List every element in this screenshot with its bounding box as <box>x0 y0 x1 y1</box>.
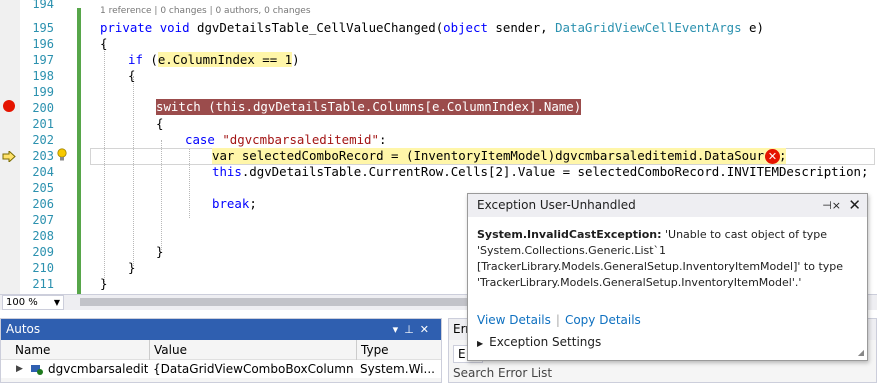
breakpoint-icon[interactable] <box>3 100 15 112</box>
resize-grip-icon[interactable]: ◢ <box>858 348 864 357</box>
line-number: 206 <box>32 197 54 211</box>
exception-type: System.InvalidCastException: <box>477 228 662 241</box>
exception-settings-toggle[interactable]: ▶ Exception Settings <box>477 335 601 349</box>
autos-row-name: dgvcmbarsaledit... <box>48 362 148 376</box>
column-name[interactable]: Name <box>11 340 50 360</box>
autos-row-value: {DataGridViewComboBoxColumn { ... <box>153 362 353 376</box>
exception-header: Exception User-Unhandled ⊣× ✕ <box>468 194 867 217</box>
string-literal: "dgvcmbarsaleditemid" <box>222 132 379 147</box>
code-line-209[interactable]: } <box>128 260 135 276</box>
code-text: ) <box>292 52 300 67</box>
line-number: 208 <box>32 229 54 243</box>
line-number: 198 <box>32 69 54 83</box>
code-text: .dgvDetailsTable.CurrentRow.Cells[2].Val… <box>241 164 869 179</box>
line-number: 196 <box>32 37 54 51</box>
code-text: dgvDetailsTable_CellValueChanged( <box>189 20 444 35</box>
zoom-level: 100 % <box>6 297 38 308</box>
autos-panel: Autos ▾⊥✕ Name Value Type ▶ dgvcmbarsale… <box>0 318 442 383</box>
code-line-197[interactable]: { <box>128 68 135 84</box>
keyword: void <box>159 20 190 35</box>
error-list-search-input[interactable]: Search Error List <box>453 366 552 380</box>
code-line-196[interactable]: if (e.ColumnIndex == 1) <box>128 52 300 68</box>
expand-icon[interactable]: ▶ <box>16 360 23 378</box>
code-line-208[interactable]: } <box>156 244 163 260</box>
line-number: 205 <box>32 181 54 195</box>
keyword: var <box>212 148 235 163</box>
code-text: selectedComboRecord = ( <box>234 148 414 163</box>
view-details-link[interactable]: View Details <box>477 313 551 327</box>
zoom-dropdown[interactable]: 100 % ▼ <box>2 295 64 310</box>
pin-icon[interactable]: ⊥ <box>404 323 420 336</box>
code-text: ( <box>142 52 158 67</box>
code-line-202[interactable]: var selectedComboRecord = (InventoryItem… <box>212 148 787 164</box>
code-text: : <box>378 132 387 147</box>
exception-title: Exception User-Unhandled <box>477 198 636 212</box>
line-number: 202 <box>32 133 54 147</box>
code-line-210[interactable]: } <box>100 276 107 292</box>
chevron-down-icon: ▼ <box>53 298 60 307</box>
keyword: private <box>100 20 153 35</box>
expand-icon: ▶ <box>477 339 484 348</box>
panel-title: Autos <box>6 322 41 336</box>
lightbulb-icon[interactable] <box>57 148 67 162</box>
line-number: 209 <box>32 245 54 259</box>
autos-column-header: Name Value Type <box>1 340 441 360</box>
keyword: if <box>128 52 143 67</box>
autos-row-type: System.Wi... <box>360 362 435 376</box>
line-number: 197 <box>32 53 54 67</box>
code-text: e) <box>741 20 764 35</box>
column-value[interactable]: Value <box>149 340 187 360</box>
code-line-199[interactable]: switch (this.dgvDetailsTable.Columns[e.C… <box>156 99 582 115</box>
keyword: case <box>185 132 215 147</box>
line-number: 195 <box>32 21 54 35</box>
code-text: )dgvcmbarsaleditemid.DataSource; <box>547 148 787 163</box>
type-name: DataGridViewCellEventArgs <box>555 20 742 35</box>
keyword: break <box>212 196 250 211</box>
keyword: object <box>443 20 488 35</box>
line-number: 201 <box>32 117 54 131</box>
pin-icon[interactable]: ⊣× <box>822 194 841 217</box>
keyword: this <box>212 164 242 179</box>
code-text: e.ColumnIndex == 1 <box>157 52 293 67</box>
variable-icon <box>29 360 43 381</box>
code-line-203[interactable]: this.dgvDetailsTable.CurrentRow.Cells[2]… <box>212 164 868 180</box>
indent-guide <box>133 76 134 266</box>
line-number: 199 <box>32 85 54 99</box>
line-number: 194 <box>32 0 54 11</box>
code-line-195[interactable]: { <box>100 36 107 52</box>
line-number: 211 <box>32 277 54 291</box>
exception-message: System.InvalidCastException: 'Unable to … <box>477 227 861 291</box>
column-type[interactable]: Type <box>356 340 389 360</box>
line-number: 200 <box>32 101 54 115</box>
close-icon[interactable]: ✕ <box>848 194 861 217</box>
code-line-201[interactable]: case "dgvcmbarsaleditemid": <box>185 132 386 148</box>
line-number: 207 <box>32 213 54 227</box>
code-line-205[interactable]: break; <box>212 196 257 212</box>
error-icon[interactable]: ✕ <box>765 149 780 164</box>
code-text: ; <box>249 196 257 211</box>
code-text: sender, <box>487 20 556 35</box>
line-number: 204 <box>32 165 54 179</box>
autos-title-bar[interactable]: Autos ▾⊥✕ <box>1 319 441 340</box>
current-statement-arrow-icon <box>2 151 16 162</box>
breakpoint-gutter[interactable] <box>0 0 20 294</box>
exception-links: View Details | Copy Details <box>477 313 641 327</box>
exception-settings-label: Exception Settings <box>489 335 602 349</box>
dropdown-icon[interactable]: ▾ <box>393 323 405 336</box>
copy-details-link[interactable]: Copy Details <box>565 313 641 327</box>
line-number: 210 <box>32 261 54 275</box>
line-number: 203 <box>32 149 54 163</box>
code-line-194[interactable]: private void dgvDetailsTable_CellValueCh… <box>100 20 764 36</box>
change-tracking-bar <box>77 8 81 294</box>
autos-row[interactable]: ▶ dgvcmbarsaledit... {DataGridViewComboB… <box>1 360 441 378</box>
type-name: InventoryItemModel <box>413 148 548 163</box>
close-icon[interactable]: ✕ <box>420 323 435 336</box>
code-lens[interactable]: 1 reference | 0 changes | 0 authors, 0 c… <box>100 6 311 16</box>
exception-popup: Exception User-Unhandled ⊣× ✕ System.Inv… <box>467 193 868 361</box>
horizontal-scrollbar[interactable] <box>80 298 480 306</box>
code-line-200[interactable]: { <box>156 116 163 132</box>
